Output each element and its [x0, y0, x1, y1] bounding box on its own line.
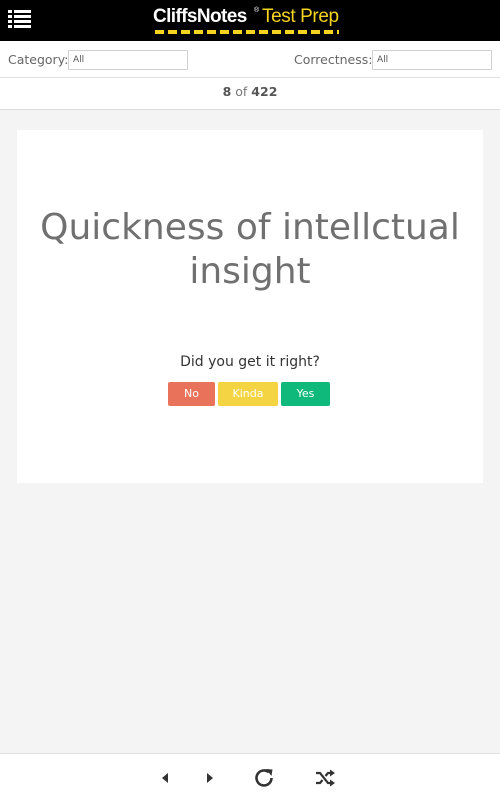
app-header: CliffsNotes ® Test Prep	[0, 0, 500, 41]
refresh-icon	[255, 769, 273, 787]
category-label: Category:	[8, 52, 69, 67]
registered-mark: ®	[254, 7, 260, 14]
next-button[interactable]	[198, 766, 222, 790]
category-select[interactable]: All	[68, 50, 188, 70]
question-text: Quickness of intellctual insight	[40, 207, 460, 292]
total-card-count: 422	[251, 84, 278, 99]
next-icon	[207, 773, 213, 783]
previous-icon	[162, 773, 168, 783]
self-assessment-prompt: Did you get it right?	[180, 354, 320, 370]
counter-separator: of	[231, 84, 252, 99]
refresh-button[interactable]	[252, 766, 276, 790]
brand-subtitle: Test Prep	[262, 6, 339, 27]
shuffle-icon	[316, 769, 335, 787]
brand-stripe	[155, 30, 339, 34]
card-counter: 8 of 422	[0, 78, 500, 110]
bottom-nav	[0, 753, 500, 800]
shuffle-button[interactable]	[313, 766, 337, 790]
previous-button[interactable]	[153, 766, 177, 790]
correctness-select[interactable]: All	[372, 50, 492, 70]
current-card-number: 8	[222, 84, 232, 99]
menu-button[interactable]	[8, 9, 32, 31]
correctness-label: Correctness:	[294, 52, 373, 67]
filter-bar: Category: All Correctness: All	[0, 41, 500, 78]
no-button[interactable]: No	[168, 382, 215, 406]
menu-list-icon	[8, 10, 31, 28]
kinda-button[interactable]: Kinda	[218, 382, 278, 406]
yes-button[interactable]: Yes	[281, 382, 330, 406]
flashcard[interactable]: Quickness of intellctual insight Did you…	[17, 130, 483, 483]
brand-name: CliffsNotes	[153, 6, 247, 27]
